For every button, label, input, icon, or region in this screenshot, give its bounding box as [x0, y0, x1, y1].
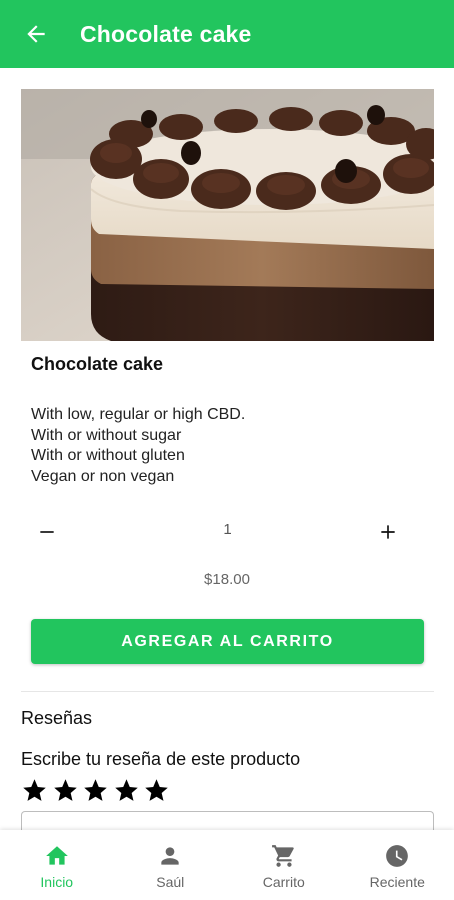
- product-name: Chocolate cake: [31, 354, 164, 374]
- increase-quantity-button[interactable]: [366, 512, 410, 552]
- star-icon[interactable]: [52, 774, 83, 806]
- product-price: $18.00: [204, 571, 250, 588]
- product-image: [21, 89, 434, 341]
- quantity-stepper: 1: [21, 512, 434, 552]
- nav-label: Inicio: [40, 874, 74, 890]
- nav-label: Carrito: [262, 874, 305, 890]
- nav-item-saul[interactable]: Saúl: [114, 830, 228, 900]
- star-icon[interactable]: [82, 774, 113, 806]
- nav-item-reciente[interactable]: Reciente: [341, 830, 454, 900]
- star-icon[interactable]: [21, 774, 52, 806]
- cart-icon: [271, 845, 294, 867]
- nav-label: Saúl: [156, 874, 185, 890]
- add-to-cart-button[interactable]: AGREGAR AL CARRITO: [31, 619, 424, 664]
- nav-label: Reciente: [369, 874, 425, 890]
- bottom-navigation: Inicio Saúl Carrito Reciente: [0, 830, 454, 900]
- plus-icon: [381, 525, 395, 539]
- clock-icon: [386, 845, 409, 867]
- rating-stars: [21, 774, 174, 806]
- arrow-left-icon: [27, 25, 45, 43]
- reviews-heading: Reseñas: [21, 708, 93, 728]
- page-title: Chocolate cake: [80, 20, 252, 47]
- star-icon[interactable]: [113, 774, 144, 806]
- back-button[interactable]: [10, 0, 62, 68]
- product-description: With low, regular or high CBD. With or w…: [31, 405, 245, 487]
- app-bar: Chocolate cake: [0, 0, 454, 68]
- home-icon: [45, 846, 68, 865]
- description-line: Vegan or non vegan: [31, 467, 175, 485]
- write-review-heading: Escribe tu reseña de este producto: [21, 749, 301, 769]
- star-icon[interactable]: [143, 774, 174, 806]
- description-line: With or without sugar: [31, 426, 182, 444]
- nav-item-carrito[interactable]: Carrito: [227, 830, 341, 900]
- description-line: With or without gluten: [31, 447, 185, 464]
- person-icon: [161, 847, 179, 865]
- description-line: With low, regular or high CBD.: [31, 406, 246, 423]
- divider: [21, 691, 434, 692]
- nav-item-inicio[interactable]: Inicio: [0, 830, 114, 900]
